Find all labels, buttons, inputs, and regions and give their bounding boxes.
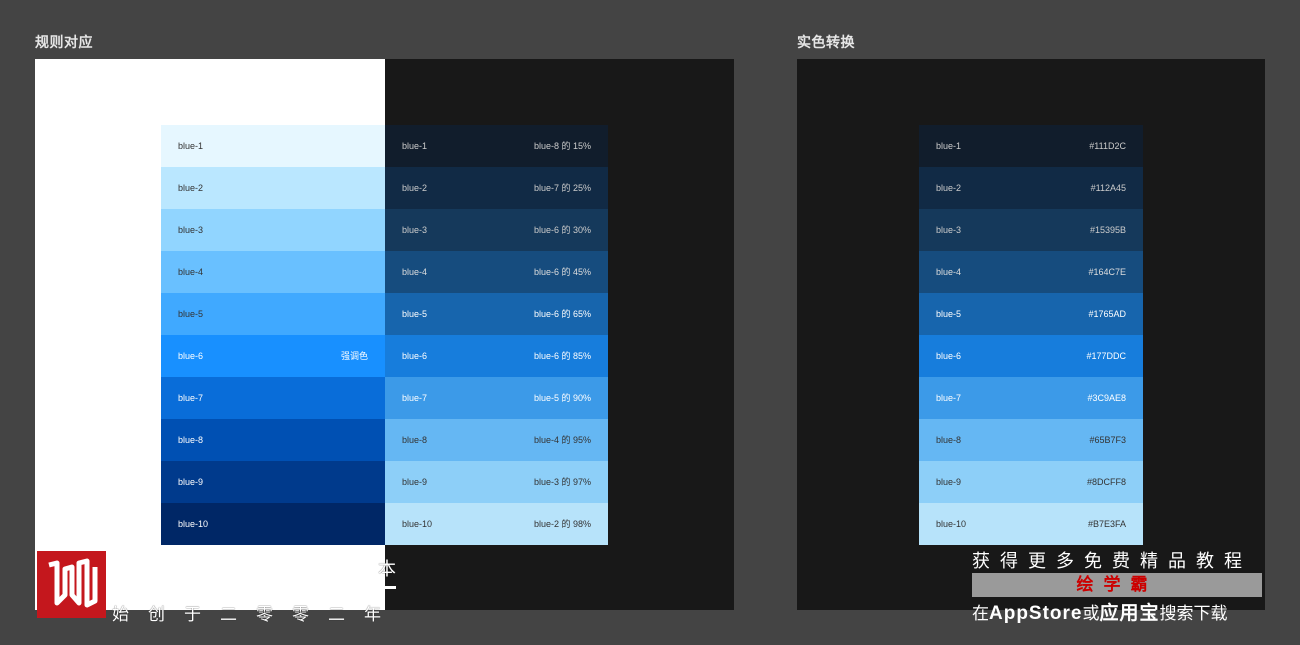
dark-swatch-blue-6: blue-6 blue-6 的 85% (385, 335, 608, 377)
swatch-name: blue-9 (402, 477, 428, 487)
light-swatch-blue-10: blue-10 (161, 503, 385, 545)
section-title-solid: 实色转换 (797, 34, 855, 50)
swatch-name: blue-2 (178, 183, 204, 193)
swatch-name: blue-8 (402, 435, 428, 445)
light-swatch-blue-8: blue-8 (161, 419, 385, 461)
line3-suffix: 搜索下载 (1159, 604, 1228, 623)
solid-swatch-blue-4: blue-4 #164C7E (919, 251, 1143, 293)
solid-swatch-blue-5: blue-5 #1765AD (919, 293, 1143, 335)
light-swatch-blue-5: blue-5 (161, 293, 385, 335)
swatch-rule: blue-5 的 90% (533, 393, 591, 403)
swatch-hex: #111D2C (1089, 141, 1126, 151)
swatch-name: blue-6 (178, 351, 204, 361)
watermark-right-line3: 在AppStore或应用宝搜索下载 (972, 598, 1228, 625)
dark-swatch-blue-4: blue-4 blue-6 的 45% (385, 251, 608, 293)
swatch-name: blue-6 (402, 351, 428, 361)
swatch-name: blue-5 (402, 309, 428, 319)
swatch-rule: blue-6 的 30% (533, 225, 591, 235)
light-swatch-blue-3: blue-3 (161, 209, 385, 251)
solid-swatch-blue-3: blue-3 #15395B (919, 209, 1143, 251)
line3-yingyongbao: 应用宝 (1099, 603, 1160, 624)
swatch-name: blue-2 (936, 183, 962, 193)
dark-palette: blue-1 blue-8 的 15% blue-2 blue-7 的 25% blue… (385, 125, 608, 545)
watermark-left-line1: 本 (378, 559, 396, 579)
swatch-rule: blue-7 的 25% (533, 183, 591, 193)
watermark-right-line1: 获得更多免费精品教程 (972, 551, 1252, 571)
swatch-name: blue-5 (936, 309, 962, 319)
dark-swatch-blue-3: blue-3 blue-6 的 30% (385, 209, 608, 251)
dark-swatch-blue-2: blue-2 blue-7 的 25% (385, 167, 608, 209)
dark-swatch-blue-10: blue-10 blue-2 的 98% (385, 503, 608, 545)
light-swatch-blue-4: blue-4 (161, 251, 385, 293)
swatch-rule: blue-8 的 15% (533, 141, 591, 151)
swatch-name: blue-3 (178, 225, 204, 235)
line3-prefix: 在 (972, 604, 989, 623)
swatch-name: blue-3 (936, 225, 962, 235)
dark-swatch-blue-9: blue-9 blue-3 的 97% (385, 461, 608, 503)
swatch-name: blue-8 (178, 435, 204, 445)
swatch-name: blue-4 (936, 267, 962, 277)
swatch-rule: blue-3 的 97% (533, 477, 591, 487)
line3-appstore: AppStore (989, 603, 1083, 624)
swatch-rule: blue-6 的 45% (533, 267, 591, 277)
swatch-name: blue-5 (178, 309, 204, 319)
swatch-hex: #177DDC (1086, 351, 1126, 361)
swatch-name: blue-7 (178, 393, 204, 403)
swatch-name: blue-3 (402, 225, 428, 235)
swatch-hex: #3C9AE8 (1087, 393, 1126, 403)
swatch-name: blue-10 (936, 519, 967, 529)
dark-swatch-blue-8: blue-8 blue-4 的 95% (385, 419, 608, 461)
swatch-name: blue-4 (402, 267, 428, 277)
swatch-hex: #65B7F3 (1089, 435, 1126, 445)
swatch-hex: #8DCFF8 (1086, 477, 1126, 487)
solid-swatch-blue-9: blue-9 #8DCFF8 (919, 461, 1143, 503)
swatch-rule: blue-2 的 98% (533, 519, 591, 529)
swatch-rule: blue-4 的 95% (533, 435, 591, 445)
light-swatch-blue-1: blue-1 (161, 125, 385, 167)
swatch-name: blue-1 (936, 141, 962, 151)
line3-mid: 或 (1082, 604, 1100, 623)
light-swatch-blue-7: blue-7 (161, 377, 385, 419)
dark-swatch-blue-1: blue-1 blue-8 的 15% (385, 125, 608, 167)
dark-swatch-blue-5: blue-5 blue-6 的 65% (385, 293, 608, 335)
swatch-name: blue-9 (936, 477, 962, 487)
light-swatch-blue-6: blue-6 强调色 (161, 335, 385, 377)
swatch-name: blue-7 (936, 393, 962, 403)
swatch-hex: #B7E3FA (1087, 519, 1126, 529)
swatch-name: blue-9 (178, 477, 204, 487)
swatch-name: blue-1 (178, 141, 204, 151)
swatch-note: 强调色 (340, 351, 368, 361)
watermark-right-brand: 绘学霸 (972, 573, 1262, 597)
section-title-rules: 规则对应 (35, 34, 93, 50)
huixueba-logo-icon (37, 551, 106, 618)
swatch-hex: #164C7E (1088, 267, 1126, 277)
dark-swatch-blue-7: blue-7 blue-5 的 90% (385, 377, 608, 419)
solid-swatch-blue-1: blue-1 #111D2C (919, 125, 1143, 167)
solid-swatch-blue-8: blue-8 #65B7F3 (919, 419, 1143, 461)
solid-swatch-blue-2: blue-2 #112A45 (919, 167, 1143, 209)
watermark-left-line2: 始创于二零零二年 (112, 605, 400, 624)
logo-mark-icon (47, 558, 97, 607)
swatch-name: blue-6 (936, 351, 962, 361)
swatch-hex: #112A45 (1090, 183, 1126, 193)
swatch-name: blue-10 (178, 519, 209, 529)
swatch-rule: blue-6 的 85% (533, 351, 591, 361)
swatch-name: blue-2 (402, 183, 428, 193)
solid-swatch-blue-6: blue-6 #177DDC (919, 335, 1143, 377)
solid-swatch-blue-10: blue-10 #B7E3FA (919, 503, 1143, 545)
swatch-rule: blue-6 的 65% (533, 309, 591, 319)
watermark-divider (380, 586, 396, 589)
swatch-hex: #15395B (1089, 225, 1126, 235)
light-swatch-blue-2: blue-2 (161, 167, 385, 209)
swatch-name: blue-1 (402, 141, 428, 151)
swatch-name: blue-4 (178, 267, 204, 277)
swatch-name: blue-10 (402, 519, 433, 529)
solid-swatch-blue-7: blue-7 #3C9AE8 (919, 377, 1143, 419)
light-palette: blue-1 blue-2 blue-3 blue-4 blue-5 blue-6 强调色 b… (161, 125, 385, 545)
light-swatch-blue-9: blue-9 (161, 461, 385, 503)
swatch-hex: #1765AD (1088, 309, 1126, 319)
solid-palette: blue-1 #111D2C blue-2 #112A45 blue-3 #15395B b… (919, 125, 1143, 545)
swatch-name: blue-7 (402, 393, 428, 403)
swatch-name: blue-8 (936, 435, 962, 445)
